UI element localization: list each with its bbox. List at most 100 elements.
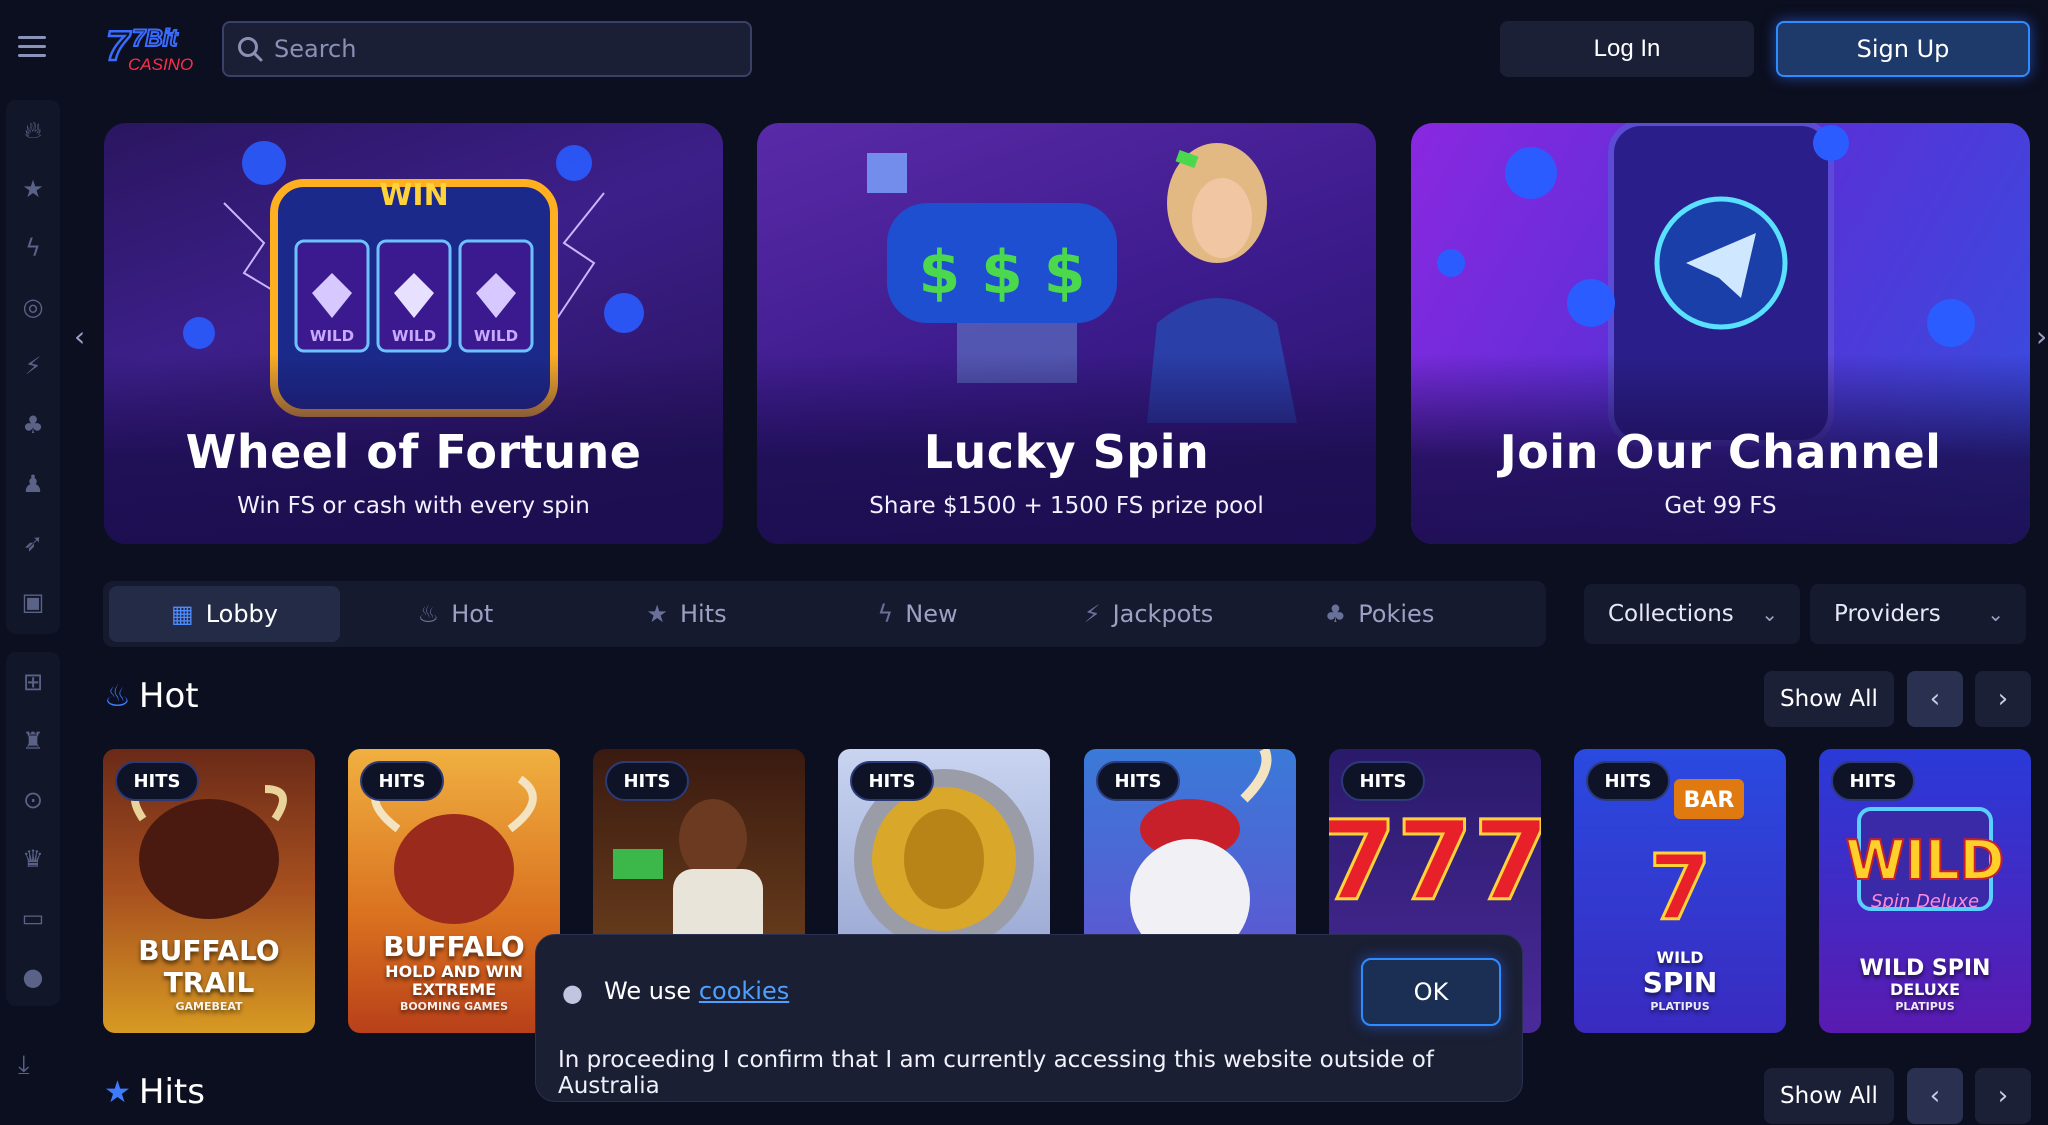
jackpot-icon: ⚡ [1083, 600, 1101, 628]
left-rail: 🔥︎ ★ ϟ ◎ ⚡ ♣ ♟ ➶ ▣ ⊞ ♜ ⊙ ♛ ▭ ● ⤓ [0, 0, 66, 1125]
svg-text:BAR: BAR [1684, 788, 1735, 813]
carousel-next-button[interactable]: › [1975, 1068, 2031, 1124]
banner-title: Join Our Channel [1499, 425, 1942, 479]
game-card[interactable]: HITS BUFFALO TRAIL GAMEBEAT [103, 749, 315, 1033]
rocket-icon[interactable]: ➶ [6, 513, 60, 572]
svg-text:Spin Deluxe: Spin Deluxe [1871, 891, 1979, 912]
location-disclaimer: In proceeding I confirm that I am curren… [558, 1047, 1434, 1099]
tab-jackpots[interactable]: ⚡ Jackpots [1033, 586, 1264, 642]
tab-hot[interactable]: ♨ Hot [340, 586, 571, 642]
casino-logo[interactable]: 7 7Bit CASINO [104, 20, 200, 78]
signup-button[interactable]: Sign Up [1776, 21, 2030, 77]
game-title: BUFFALO TRAIL GAMEBEAT [138, 934, 280, 1014]
dealer-icon[interactable]: ♟ [6, 454, 60, 513]
svg-text:$ $ $: $ $ $ [918, 238, 1085, 308]
chevron-left-icon: ‹ [1929, 1081, 1941, 1111]
book-icon[interactable]: ▣ [6, 572, 60, 631]
gift-icon[interactable]: ⊞ [6, 652, 60, 711]
chevron-left-icon: ‹ [1929, 684, 1941, 714]
banner-subtitle: Win FS or cash with every spin [237, 493, 590, 519]
banner-subtitle: Share $1500 + 1500 FS prize pool [869, 493, 1264, 519]
stars-icon: ★ [646, 600, 668, 628]
hits-badge: HITS [1831, 761, 1915, 801]
slot-machine-icon: ▦ [171, 600, 194, 628]
game-card[interactable]: HITS BUFFALO HOLD AND WIN EXTREME BOOMIN… [348, 749, 560, 1033]
trophy-icon[interactable]: ♜ [6, 711, 60, 770]
cherries-icon[interactable]: ♣ [6, 395, 60, 454]
banner-join-channel[interactable]: Join Our Channel Get 99 FS [1411, 123, 2030, 544]
hits-badge: HITS [605, 761, 689, 801]
category-tabs: ▦ Lobby ♨ Hot ★ Hits ϟ New ⚡ Jackpots ♣ Pokies [103, 581, 1546, 647]
chevron-down-icon: ⌄ [1987, 602, 2004, 626]
banner-subtitle: Get 99 FS [1664, 493, 1777, 519]
svg-text:7Bit: 7Bit [132, 25, 178, 52]
game-title: BUFFALO HOLD AND WIN EXTREME BOOMING GAM… [383, 930, 525, 1014]
chevron-right-icon: › [1997, 1081, 2009, 1111]
banner-title: Wheel of Fortune [185, 425, 642, 479]
jackpot-icon[interactable]: ⚡ [6, 336, 60, 395]
search-box[interactable] [222, 21, 752, 77]
svg-text:WILD: WILD [474, 327, 518, 345]
rail-extras: ⊞ ♜ ⊙ ♛ ▭ ● [6, 652, 60, 1006]
cherries-icon: ♣ [1324, 600, 1347, 628]
tab-new[interactable]: ϟ New [802, 586, 1033, 642]
search-icon [238, 37, 263, 62]
hits-badge: HITS [360, 761, 444, 801]
svg-text:WILD: WILD [310, 327, 354, 345]
cookie-icon: ● [562, 979, 583, 1007]
slot-icon[interactable]: ⊙ [6, 770, 60, 829]
banner-next-icon[interactable]: › [2036, 320, 2047, 353]
stars-icon[interactable]: ★ [6, 159, 60, 218]
lightning-icon: ϟ [877, 600, 894, 628]
show-all-button[interactable]: Show All [1764, 671, 1894, 727]
game-title: WILD SPIN PLATIPUS [1642, 948, 1718, 1014]
hits-badge: HITS [1096, 761, 1180, 801]
section-hits-title: ★ Hits [104, 1072, 205, 1112]
game-title: WILD SPIN DELUXE PLATIPUS [1859, 956, 1991, 1014]
flame-icon[interactable]: 🔥︎ [6, 100, 60, 159]
cookie-consent-banner: ● We use cookies OK In proceeding I conf… [535, 934, 1523, 1102]
chevron-right-icon: › [1997, 684, 2009, 714]
svg-text:WIN: WIN [379, 178, 448, 213]
cookies-link[interactable]: cookies [699, 977, 789, 1005]
svg-text:777: 777 [1329, 797, 1541, 925]
carousel-prev-button[interactable]: ‹ [1907, 671, 1963, 727]
hits-badge: HITS [1341, 761, 1425, 801]
chevron-down-icon: ⌄ [1761, 602, 1778, 626]
banner-prev-icon[interactable]: ‹ [74, 320, 85, 353]
tab-hits[interactable]: ★ Hits [571, 586, 802, 642]
banner-title: Lucky Spin [923, 425, 1210, 479]
svg-text:CASINO: CASINO [128, 55, 193, 74]
flame-icon: ♨ [104, 678, 131, 714]
section-hot-title: ♨ Hot [104, 676, 199, 716]
cookie-ok-button[interactable]: OK [1361, 958, 1501, 1026]
banner-lucky-spin[interactable]: $ $ $ Lucky Spin Share $1500 + 1500 FS p… [757, 123, 1376, 544]
svg-text:7: 7 [1649, 836, 1712, 941]
login-button[interactable]: Log In [1500, 21, 1754, 77]
carousel-prev-button[interactable]: ‹ [1907, 1068, 1963, 1124]
cookie-message: We use cookies [604, 977, 790, 1005]
collections-dropdown[interactable]: Collections ⌄ [1584, 584, 1800, 644]
stars-icon: ★ [104, 1074, 131, 1110]
menu-icon[interactable] [18, 36, 46, 58]
svg-text:WILD: WILD [392, 327, 436, 345]
tab-lobby[interactable]: ▦ Lobby [109, 586, 340, 642]
target-icon[interactable]: ◎ [6, 277, 60, 336]
lightning-icon[interactable]: ϟ [6, 218, 60, 277]
chat-icon[interactable]: ● [6, 947, 60, 1006]
tab-pokies[interactable]: ♣ Pokies [1264, 586, 1495, 642]
svg-text:WILD: WILD [1846, 829, 2005, 892]
card-icon[interactable]: ▭ [6, 888, 60, 947]
hits-badge: HITS [115, 761, 199, 801]
carousel-next-button[interactable]: › [1975, 671, 2031, 727]
crown-icon[interactable]: ♛ [6, 829, 60, 888]
banner-wheel-of-fortune[interactable]: WILD WILD WILD WIN Wheel of Fortune Win … [104, 123, 723, 544]
show-all-button[interactable]: Show All [1764, 1068, 1894, 1124]
game-card[interactable]: 7 BAR HITS WILD SPIN PLATIPUS [1574, 749, 1786, 1033]
search-input[interactable] [274, 35, 714, 63]
rail-categories: 🔥︎ ★ ϟ ◎ ⚡ ♣ ♟ ➶ ▣ [6, 100, 60, 634]
flame-icon: ♨ [417, 600, 440, 628]
download-icon[interactable]: ⤓ [18, 1050, 30, 1081]
providers-dropdown[interactable]: Providers ⌄ [1810, 584, 2026, 644]
game-card[interactable]: WILD Spin Deluxe HITS WILD SPIN DELUXE P… [1819, 749, 2031, 1033]
